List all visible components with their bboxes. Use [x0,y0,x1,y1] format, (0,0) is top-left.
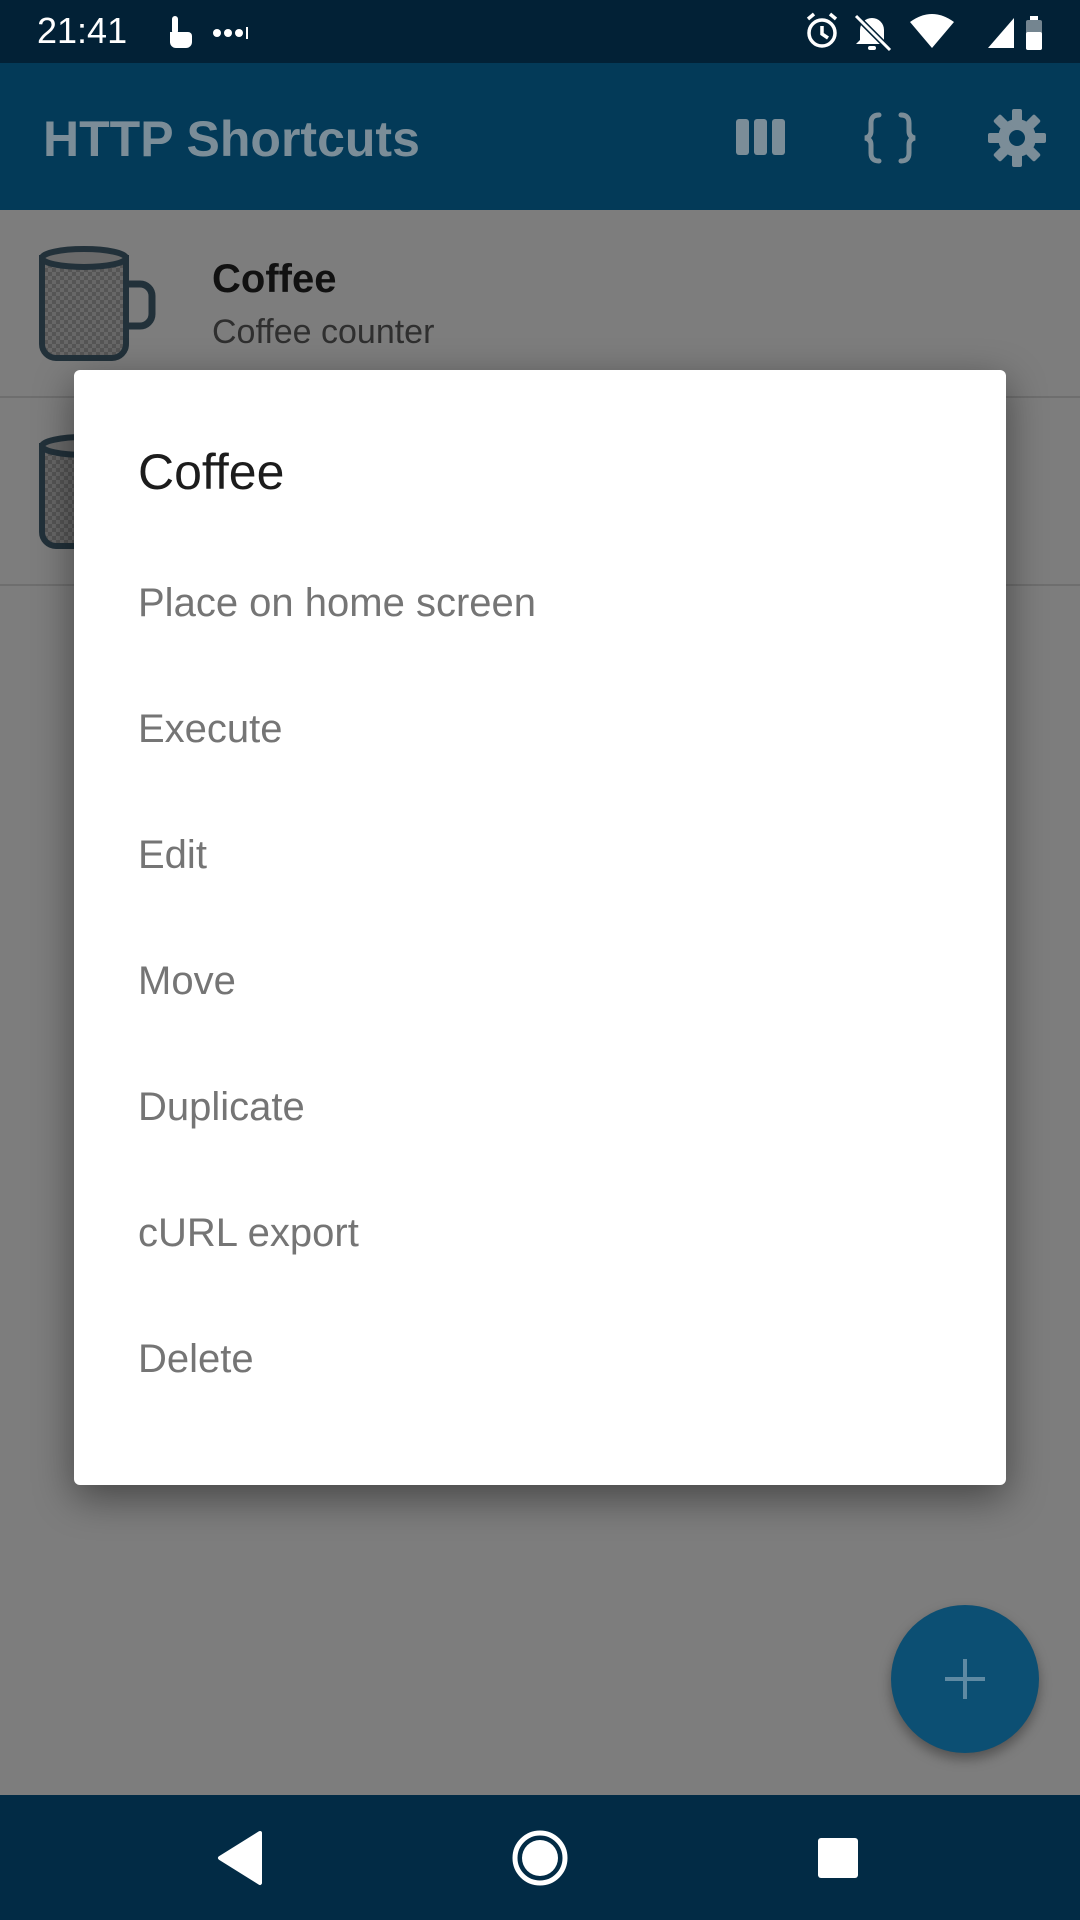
menu-item-label: Duplicate [138,1085,305,1129]
menu-item-duplicate[interactable]: Duplicate [74,1044,1006,1170]
plus-icon [945,1659,985,1699]
cellular-signal-icon [988,18,1014,48]
menu-item-delete[interactable]: Delete [74,1296,1006,1422]
columns-icon[interactable] [726,103,796,173]
menu-item-move[interactable]: Move [74,918,1006,1044]
item-description: Coffee counter [212,313,435,351]
shortcut-options-dialog: Coffee Place on home screen Execute Edit… [74,370,1006,1485]
menu-item-label: Place on home screen [138,581,537,625]
dialog-title: Coffee [138,444,285,500]
notifications-off-icon [853,13,893,53]
menu-item-curl-export[interactable]: cURL export [74,1170,1006,1296]
touch-icon [170,16,192,48]
status-bar: 21:41 [0,0,1080,63]
menu-item-label: Move [138,959,236,1003]
menu-item-execute[interactable]: Execute [74,666,1006,792]
navigation-bar [0,1795,1080,1920]
more-dots-icon [213,27,248,39]
recents-icon[interactable] [805,1825,871,1891]
menu-item-label: Delete [138,1337,254,1381]
home-icon[interactable] [507,1825,573,1891]
back-icon[interactable] [206,1825,272,1891]
status-left-icons [170,16,248,48]
curly-braces-icon[interactable] [855,103,925,173]
app-bar: HTTP Shortcuts [0,63,1080,210]
menu-item-label: Execute [138,707,283,751]
coffee-mug-icon [39,246,156,361]
menu-item-label: Edit [138,833,207,877]
menu-item-edit[interactable]: Edit [74,792,1006,918]
status-right-icons [806,12,1042,53]
menu-item-place-on-home-screen[interactable]: Place on home screen [74,540,1006,666]
battery-icon [1026,16,1042,50]
item-name: Coffee [212,257,337,301]
alarm-icon [806,12,838,48]
status-time: 21:41 [37,10,128,51]
add-shortcut-button[interactable] [891,1605,1039,1753]
settings-icon[interactable] [982,103,1052,173]
menu-item-label: cURL export [138,1211,359,1255]
wifi-icon [910,14,954,48]
app-title: HTTP Shortcuts [43,111,420,167]
